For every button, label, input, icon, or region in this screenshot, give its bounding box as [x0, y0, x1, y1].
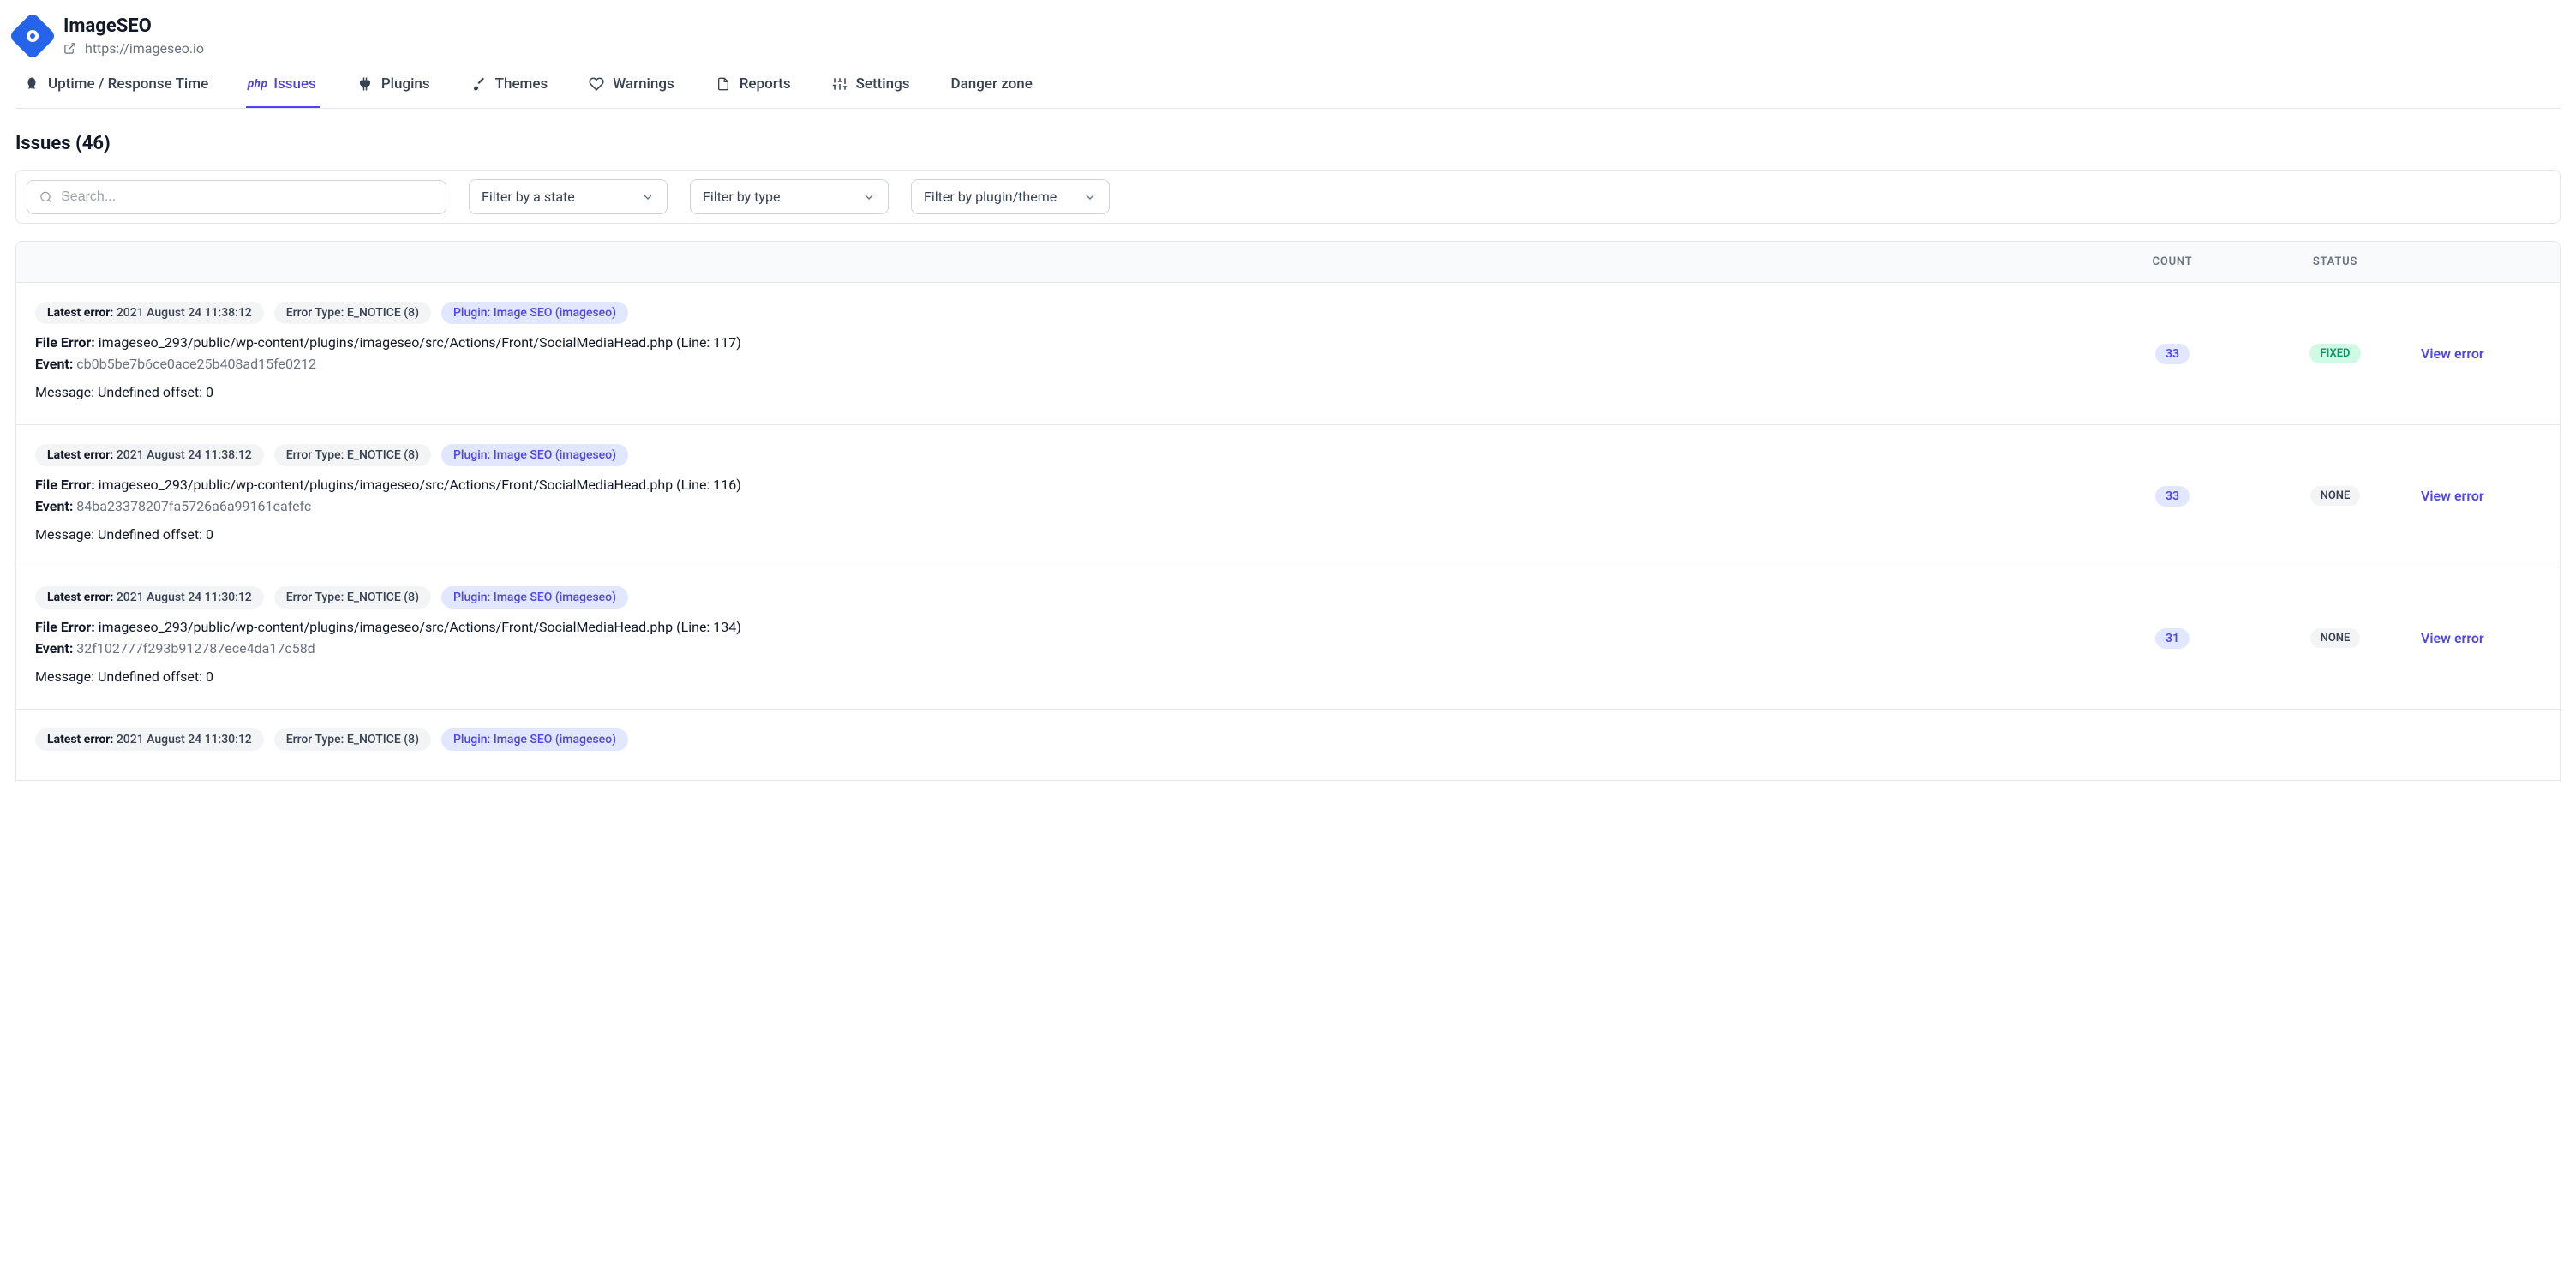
- issue-row: Latest error: 2021 August 24 11:30:12 Err…: [15, 567, 2561, 710]
- latest-error-pill: Latest error: 2021 August 24 11:30:12: [35, 728, 264, 751]
- tab-label: Reports: [740, 75, 791, 93]
- filter-type-select[interactable]: Filter by type: [690, 179, 889, 214]
- error-type-pill: Error Type: E_NOTICE (8): [274, 586, 431, 609]
- latest-error-pill: Latest error: 2021 August 24 11:38:12: [35, 302, 264, 324]
- nav-tabs: Uptime / Response Time php Issues Plugin…: [15, 65, 2561, 109]
- tab-label: Warnings: [613, 75, 674, 93]
- tab-label: Issues: [273, 75, 316, 93]
- status-badge: NONE: [2310, 486, 2361, 506]
- tab-label: Plugins: [381, 75, 430, 93]
- message-line: Message: Undefined offset: 0: [35, 526, 2095, 543]
- select-label: Filter by type: [703, 189, 780, 205]
- tab-reports[interactable]: Reports: [712, 65, 794, 108]
- file-error: File Error: imageseo_293/public/wp-conte…: [35, 619, 2095, 635]
- select-label: Filter by a state: [482, 189, 575, 205]
- site-url[interactable]: https://imageseo.io: [85, 40, 204, 57]
- status-header: STATUS: [2250, 255, 2421, 268]
- php-icon: php: [249, 76, 265, 92]
- count-header: COUNT: [2095, 255, 2250, 268]
- event-line: Event: 84ba23378207fa5726a6a99161eafefc: [35, 498, 2095, 514]
- chevron-down-icon: [641, 190, 655, 204]
- search-input[interactable]: [61, 189, 434, 205]
- error-type-pill: Error Type: E_NOTICE (8): [274, 444, 431, 466]
- plugin-pill[interactable]: Plugin: Image SEO (imageseo): [441, 728, 628, 751]
- sliders-icon: [832, 76, 848, 92]
- issue-row: Latest error: 2021 August 24 11:38:12 Err…: [15, 425, 2561, 567]
- file-error: File Error: imageseo_293/public/wp-conte…: [35, 477, 2095, 493]
- latest-error-pill: Latest error: 2021 August 24 11:30:12: [35, 586, 264, 609]
- tab-warnings[interactable]: Warnings: [585, 65, 678, 108]
- view-error-link[interactable]: View error: [2421, 488, 2484, 504]
- event-line: Event: cb0b5be7b6ce0ace25b408ad15fe0212: [35, 356, 2095, 372]
- tab-uptime[interactable]: Uptime / Response Time: [21, 65, 212, 108]
- filter-plugin-select[interactable]: Filter by plugin/theme: [911, 179, 1110, 214]
- status-badge: NONE: [2310, 628, 2361, 648]
- issue-row: Latest error: 2021 August 24 11:30:12 Err…: [15, 710, 2561, 781]
- view-error-link[interactable]: View error: [2421, 345, 2484, 362]
- external-link-icon: [63, 42, 76, 55]
- plugin-pill[interactable]: Plugin: Image SEO (imageseo): [441, 302, 628, 324]
- file-error: File Error: imageseo_293/public/wp-conte…: [35, 334, 2095, 351]
- count-badge: 31: [2155, 628, 2190, 649]
- page-header: ImageSEO https://imageseo.io: [15, 15, 2561, 57]
- plug-icon: [357, 76, 373, 92]
- tab-issues[interactable]: php Issues: [246, 65, 320, 108]
- status-badge: FIXED: [2309, 344, 2360, 363]
- heart-icon: [589, 76, 604, 92]
- tab-themes[interactable]: Themes: [468, 65, 552, 108]
- tab-label: Danger zone: [950, 75, 1032, 93]
- tab-danger-zone[interactable]: Danger zone: [947, 65, 1035, 108]
- plugin-pill[interactable]: Plugin: Image SEO (imageseo): [441, 586, 628, 609]
- chevron-down-icon: [1083, 190, 1097, 204]
- issue-row: Latest error: 2021 August 24 11:38:12 Err…: [15, 283, 2561, 425]
- plugin-pill[interactable]: Plugin: Image SEO (imageseo): [441, 444, 628, 466]
- site-title: ImageSEO: [63, 15, 204, 37]
- count-badge: 33: [2155, 344, 2190, 364]
- brush-icon: [471, 76, 487, 92]
- tab-label: Themes: [495, 75, 548, 93]
- rocket-icon: [24, 76, 39, 92]
- tab-plugins[interactable]: Plugins: [354, 65, 434, 108]
- view-error-link[interactable]: View error: [2421, 630, 2484, 646]
- error-type-pill: Error Type: E_NOTICE (8): [274, 302, 431, 324]
- count-badge: 33: [2155, 486, 2190, 507]
- error-type-pill: Error Type: E_NOTICE (8): [274, 728, 431, 751]
- search-icon: [39, 190, 52, 204]
- table-header: COUNT STATUS: [15, 241, 2561, 283]
- event-line: Event: 32f102777f293b912787ece4da17c58d: [35, 640, 2095, 656]
- tab-settings[interactable]: Settings: [829, 65, 914, 108]
- message-line: Message: Undefined offset: 0: [35, 668, 2095, 685]
- filters-bar: Filter by a state Filter by type Filter …: [15, 170, 2561, 224]
- tab-label: Uptime / Response Time: [48, 75, 208, 93]
- message-line: Message: Undefined offset: 0: [35, 384, 2095, 400]
- search-input-wrap[interactable]: [27, 180, 446, 214]
- latest-error-pill: Latest error: 2021 August 24 11:38:12: [35, 444, 264, 466]
- document-icon: [716, 76, 731, 92]
- tab-label: Settings: [856, 75, 910, 93]
- filter-state-select[interactable]: Filter by a state: [469, 179, 668, 214]
- select-label: Filter by plugin/theme: [924, 189, 1057, 205]
- app-logo: [9, 12, 57, 61]
- page-title: Issues (46): [15, 133, 2561, 154]
- chevron-down-icon: [862, 190, 876, 204]
